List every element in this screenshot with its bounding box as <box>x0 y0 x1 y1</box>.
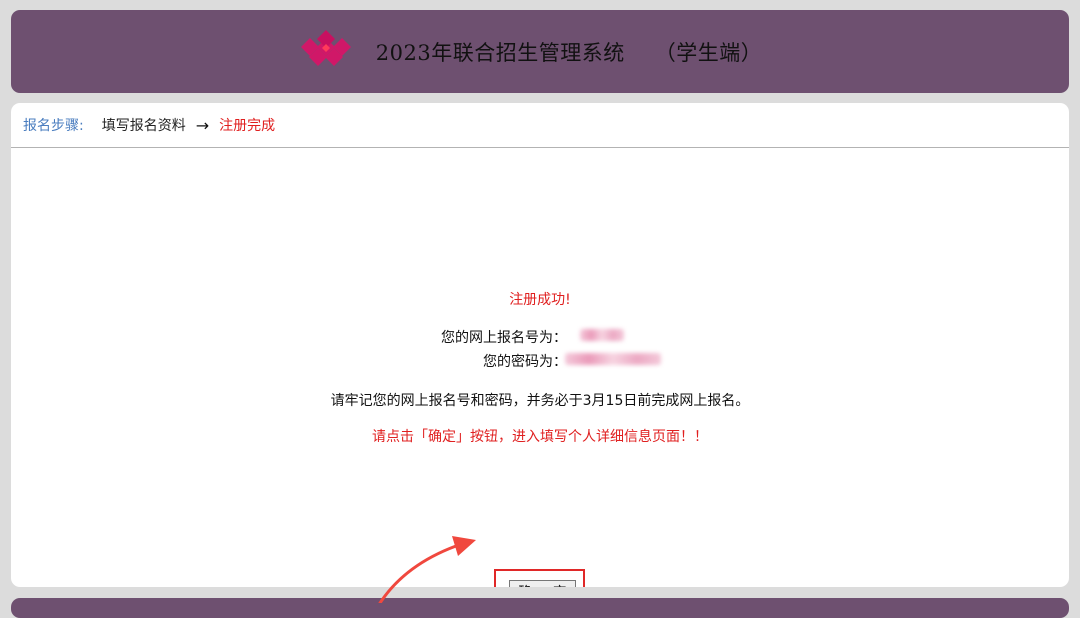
header-banner: 2023年联合招生管理系统 （学生端） <box>11 10 1069 93</box>
success-message: 注册成功! <box>509 292 571 308</box>
confirm-button[interactable]: 确 定 <box>509 580 576 587</box>
system-title-text: 2023年联合招生管理系统 <box>375 40 625 65</box>
diamond-logo-icon <box>300 29 351 66</box>
system-subtitle: （学生端） <box>654 40 763 65</box>
step-breadcrumb: 报名步骤: 填写报名资料 → 注册完成 <box>11 103 1069 148</box>
system-title: 2023年联合招生管理系统 （学生端） <box>376 37 762 67</box>
instruction-text: 请点击「确定」按钮，进入填写个人详细信息页面！！ <box>372 429 708 445</box>
arrow-right-icon: → <box>195 115 210 135</box>
step-registration-complete: 注册完成 <box>219 118 276 134</box>
reminder-text: 请牢记您的网上报名号和密码，并务必于3月15日前完成网上报名。 <box>330 393 750 409</box>
reg-number-label: 您的网上报名号为： <box>441 330 567 346</box>
password-redacted <box>565 353 661 365</box>
confirm-button-highlight: 确 定 <box>494 569 585 587</box>
footer-bar <box>11 598 1069 618</box>
registration-panel: 报名步骤: 填写报名资料 → 注册完成 注册成功! 您的网上报名号为： 您的密码… <box>11 103 1069 587</box>
steps-label: 报名步骤: <box>23 118 84 134</box>
reg-number-redacted <box>580 329 624 341</box>
password-label: 您的密码为： <box>483 354 567 370</box>
result-content: 注册成功! 您的网上报名号为： 您的密码为： 请牢记您的网上报名号和密码，并务必… <box>11 148 1069 587</box>
step-fill-info: 填写报名资料 <box>101 118 186 134</box>
